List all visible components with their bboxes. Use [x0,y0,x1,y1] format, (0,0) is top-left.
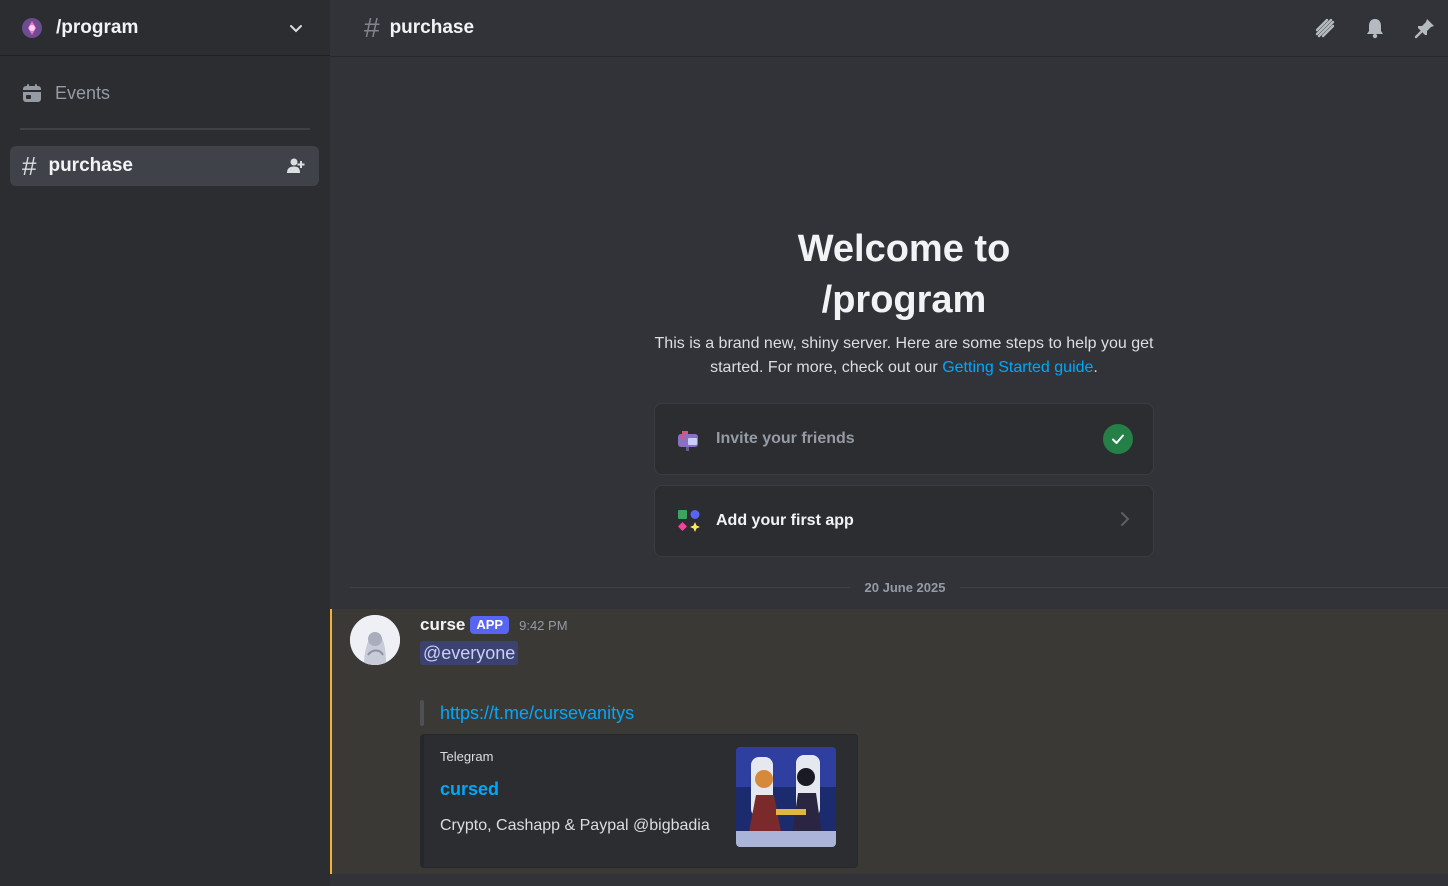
create-invite-icon[interactable] [285,155,307,177]
embed-description: Crypto, Cashapp & Paypal @bigbadia [440,817,710,834]
message-link[interactable]: https://t.me/cursevanitys [440,701,634,725]
sidebar-item-label: purchase [48,155,133,176]
embed-provider: Telegram [440,749,494,764]
welcome-title-line: Welcome to [797,228,1011,270]
channel-title: purchase [389,17,475,38]
hashtag-icon: # [22,151,37,181]
embed-title[interactable]: cursed [440,779,499,800]
sidebar-item-purchase[interactable]: # purchase [10,146,319,186]
hashtag-icon: # [364,12,380,43]
welcome-subtitle-end: . [1093,359,1098,376]
apps-icon [675,507,703,535]
message-author[interactable]: curse [420,615,465,635]
link-embed: Telegram cursed Crypto, Cashapp & Paypal… [420,734,858,868]
sidebar-item-label: Events [55,82,111,103]
sidebar-item-events[interactable]: Events [10,72,320,114]
embed-thumbnail[interactable] [736,747,836,847]
card-label: Invite your friends [716,430,855,447]
chevron-down-icon[interactable] [286,18,306,38]
channel-header: # purchase [330,0,1448,57]
getting-started-link[interactable]: Getting Started guide [942,359,1093,376]
checkmark-icon [1103,424,1133,454]
welcome-subtitle: This is a brand new, shiny server. Here … [654,332,1154,380]
channel-sidebar: /program Events # purchase [0,0,330,886]
calendar-icon [20,81,44,105]
mailbox-icon [675,425,703,453]
message-header: curse APP 9:42 PM [420,615,568,635]
server-name: /program [56,16,139,38]
divider [20,128,310,130]
pin-icon[interactable] [1412,15,1438,41]
quote-bar [420,700,424,726]
threads-icon[interactable] [1312,15,1338,41]
card-label: Add your first app [716,512,854,529]
date-divider-label: 20 June 2025 [850,578,960,598]
chevron-right-icon [1117,511,1133,532]
message[interactable]: curse APP 9:42 PM @everyone https://t.me… [330,609,1448,874]
invite-friends-card[interactable]: Invite your friends [654,403,1154,475]
bell-icon[interactable] [1362,15,1388,41]
welcome-server-name: /program [821,279,987,321]
add-app-card[interactable]: Add your first app [654,485,1154,557]
server-icon [20,16,44,40]
message-timestamp: 9:42 PM [519,617,568,633]
app-badge: APP [470,616,510,634]
welcome-title: Welcome to /program [654,224,1154,326]
avatar[interactable] [350,615,400,665]
everyone-mention[interactable]: @everyone [420,641,519,665]
server-header[interactable]: /program [0,0,330,56]
